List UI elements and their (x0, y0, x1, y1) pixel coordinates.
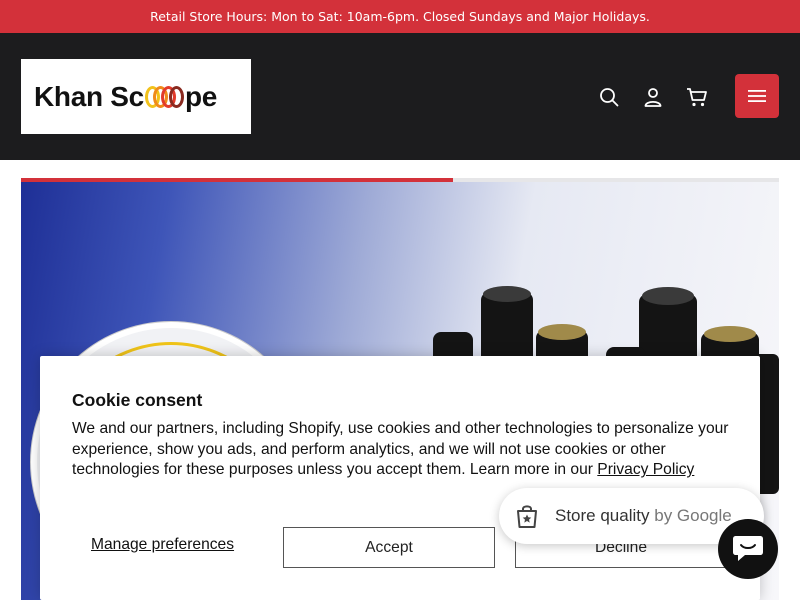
menu-button[interactable] (735, 74, 779, 118)
privacy-policy-link[interactable]: Privacy Policy (597, 461, 694, 478)
accept-button[interactable]: Accept (283, 527, 495, 568)
logo-text-end: pe (184, 80, 218, 112)
site-header: Khan Sc pe (0, 33, 800, 160)
store-quality-by: by Google (654, 506, 732, 525)
cookie-title: Cookie consent (72, 390, 203, 410)
manage-preferences-link[interactable]: Manage preferences (91, 536, 234, 554)
logo-rings-icon (144, 85, 184, 108)
logo[interactable]: Khan Sc pe (21, 59, 251, 134)
account-icon[interactable] (641, 85, 665, 109)
cart-icon[interactable] (685, 85, 709, 109)
chat-button[interactable] (718, 519, 778, 579)
shopping-bag-badge-icon (517, 505, 537, 528)
announcement-bar: Retail Store Hours: Mon to Sat: 10am-6pm… (0, 0, 800, 33)
cookie-consent-dialog: Cookie consent We and our partners, incl… (40, 356, 760, 600)
logo-text-start: Khan Sc (34, 80, 144, 112)
store-quality-label: Store quality by Google (555, 506, 732, 525)
chat-icon (733, 536, 763, 561)
cookie-body: We and our partners, including Shopify, … (72, 419, 742, 481)
search-icon[interactable] (597, 85, 621, 109)
menu-icon (748, 90, 766, 102)
announcement-text: Retail Store Hours: Mon to Sat: 10am-6pm… (150, 9, 650, 24)
